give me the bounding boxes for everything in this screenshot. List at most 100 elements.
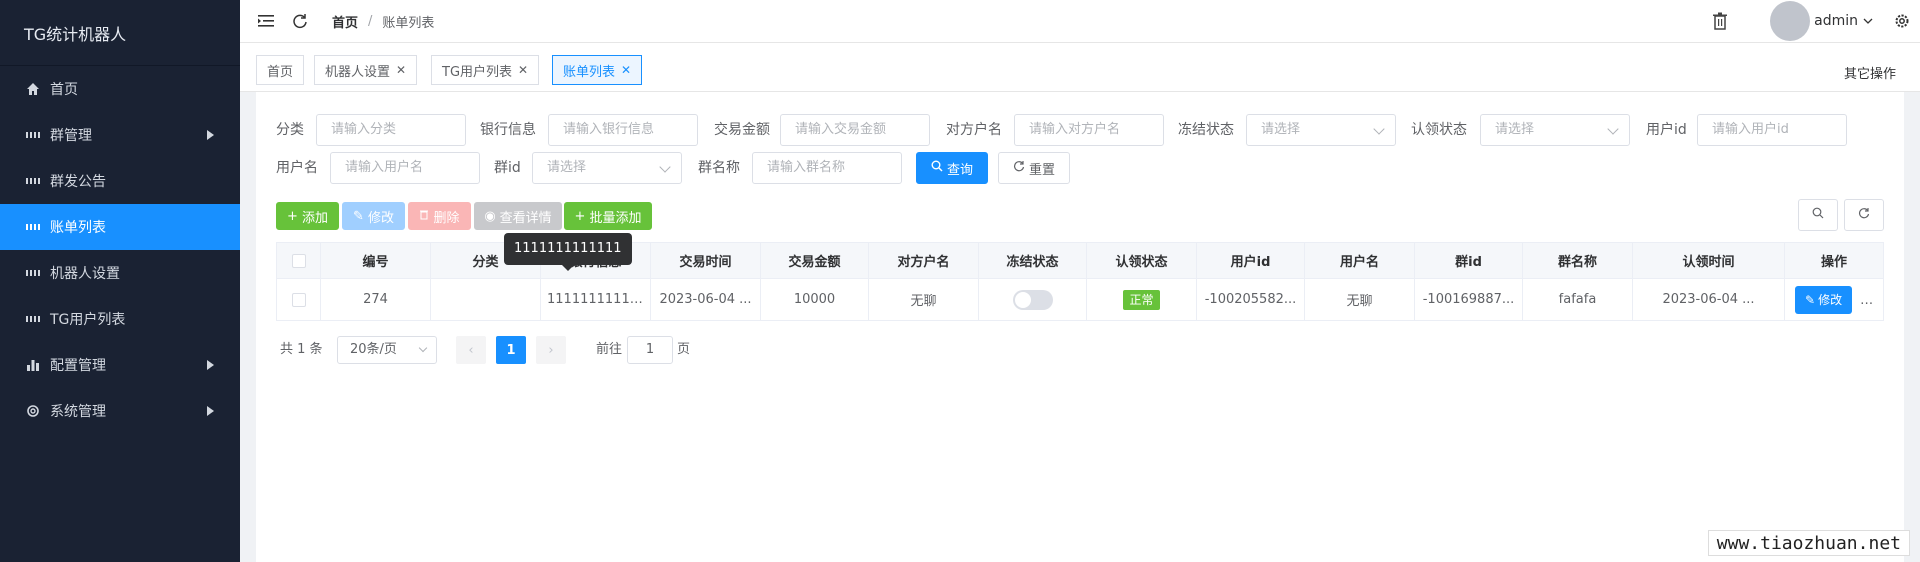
sidebar-item-bill-list[interactable]: 账单列表 bbox=[0, 204, 240, 250]
group-name-input[interactable]: 请输入群名称 bbox=[752, 152, 902, 184]
page-number-current[interactable]: 1 bbox=[496, 336, 526, 364]
username-input[interactable]: 请输入用户名 bbox=[330, 152, 480, 184]
delete-button[interactable]: 删除 bbox=[408, 202, 471, 230]
refresh-icon bbox=[1858, 207, 1870, 223]
row-edit-button[interactable]: ✎ 修改 bbox=[1795, 285, 1853, 314]
button-label: 批量添加 bbox=[589, 210, 642, 226]
close-icon[interactable]: ✕ bbox=[518, 63, 528, 77]
claim-status-select[interactable]: 请选择 bbox=[1480, 114, 1630, 146]
row-checkbox[interactable] bbox=[291, 292, 306, 307]
avatar[interactable] bbox=[1770, 1, 1811, 41]
cell-claim-time: 2023-06-04 ... bbox=[1632, 278, 1785, 321]
placeholder: 请输入银行信息 bbox=[563, 122, 655, 137]
batch-add-button[interactable]: + 批量添加 bbox=[564, 202, 652, 230]
chevron-down-icon bbox=[418, 343, 428, 353]
search-icon bbox=[1812, 207, 1824, 223]
app-title: TG统计机器人 bbox=[0, 0, 240, 66]
button-label: 查询 bbox=[946, 162, 973, 178]
cell-frozen bbox=[978, 278, 1087, 321]
sidebar-item-home[interactable]: 首页 bbox=[0, 66, 240, 112]
status-badge: 正常 bbox=[1123, 289, 1160, 310]
column-header: 编号 bbox=[320, 242, 431, 279]
menu-fold-icon[interactable] bbox=[256, 11, 276, 31]
select-all-checkbox[interactable] bbox=[291, 253, 306, 268]
caret-right-icon bbox=[207, 360, 214, 370]
eye-icon: ◉ bbox=[484, 208, 496, 224]
watermark: www.tiaozhuan.net bbox=[1707, 530, 1910, 556]
trash-icon bbox=[419, 209, 429, 224]
refresh-icon bbox=[1013, 160, 1025, 176]
tag-home[interactable]: 首页 bbox=[256, 55, 305, 85]
column-header: 交易时间 bbox=[650, 242, 761, 279]
column-header: 对方户名 bbox=[868, 242, 979, 279]
frozen-status-select[interactable]: 请选择 bbox=[1246, 114, 1396, 146]
column-header: 冻结状态 bbox=[978, 242, 1087, 279]
select-all-cell bbox=[276, 242, 321, 279]
add-button[interactable]: + 添加 bbox=[276, 202, 339, 230]
group-id-select[interactable]: 请选择 bbox=[532, 152, 682, 184]
column-header: 操作 bbox=[1784, 242, 1884, 279]
breadcrumb-home[interactable]: 首页 bbox=[332, 12, 358, 31]
plus-icon: + bbox=[287, 208, 298, 224]
placeholder: 请输入群名称 bbox=[767, 160, 846, 175]
label-counterparty: 对方户名 bbox=[946, 122, 1002, 138]
counterparty-input[interactable]: 请输入对方户名 bbox=[1014, 114, 1164, 146]
sidebar-item-group-management[interactable]: 群管理 bbox=[0, 112, 240, 158]
button-label: 重置 bbox=[1028, 162, 1055, 178]
settings-icon[interactable] bbox=[1892, 11, 1912, 31]
home-icon bbox=[26, 82, 40, 96]
chevron-right-icon: › bbox=[548, 342, 554, 358]
placeholder: 请选择 bbox=[1261, 122, 1301, 137]
chevron-down-icon bbox=[1607, 123, 1619, 135]
table-row[interactable]: 274 1111111111111 2023-06-04 ... 10000 无… bbox=[276, 278, 1884, 321]
sidebar-item-bot-settings[interactable]: 机器人设置 bbox=[0, 250, 240, 296]
button-label: 修改 bbox=[367, 210, 394, 226]
refresh-icon[interactable] bbox=[290, 11, 310, 31]
bank-info-input[interactable]: 请输入银行信息 bbox=[548, 114, 698, 146]
sidebar-item-label: 系统管理 bbox=[50, 404, 106, 420]
sidebar-item-config-management[interactable]: 配置管理 bbox=[0, 342, 240, 388]
breadcrumb: 首页 / 账单列表 bbox=[332, 12, 434, 31]
next-page-button[interactable]: › bbox=[536, 336, 566, 364]
user-id-input[interactable]: 请输入用户id bbox=[1697, 114, 1847, 146]
grid-icon bbox=[26, 174, 40, 188]
sidebar-item-tg-users[interactable]: TG用户列表 bbox=[0, 296, 240, 342]
username[interactable]: admin bbox=[1814, 13, 1858, 29]
placeholder: 请输入对方户名 bbox=[1029, 122, 1121, 137]
tag-tg-users[interactable]: TG用户列表 ✕ bbox=[431, 55, 540, 85]
frozen-switch[interactable] bbox=[1012, 289, 1053, 310]
reset-button[interactable]: 重置 bbox=[998, 152, 1070, 184]
trash-icon[interactable] bbox=[1710, 11, 1730, 31]
goto-prefix: 前往 bbox=[596, 342, 623, 357]
other-operations-dropdown[interactable]: 其它操作 bbox=[1844, 63, 1896, 82]
sidebar-item-broadcast[interactable]: 群发公告 bbox=[0, 158, 240, 204]
tag-bill-list[interactable]: 账单列表 ✕ bbox=[552, 55, 643, 85]
search-button[interactable]: 查询 bbox=[916, 152, 988, 184]
amount-input[interactable]: 请输入交易金额 bbox=[780, 114, 930, 146]
label-username: 用户名 bbox=[276, 160, 318, 176]
prev-page-button[interactable]: ‹ bbox=[456, 336, 486, 364]
category-input[interactable]: 请输入分类 bbox=[316, 114, 466, 146]
edit-button[interactable]: ✎ 修改 bbox=[342, 202, 405, 230]
cell-tooltip: 1111111111111 bbox=[504, 233, 632, 271]
refresh-table-button[interactable] bbox=[1844, 199, 1884, 231]
tag-bot-settings[interactable]: 机器人设置 ✕ bbox=[314, 55, 418, 85]
column-header: 用户id bbox=[1196, 242, 1305, 279]
cell-user-id: -100205582... bbox=[1196, 278, 1305, 321]
pagination-total: 共 1 条 bbox=[280, 342, 323, 357]
sidebar-item-label: 账单列表 bbox=[50, 220, 106, 236]
breadcrumb-current: 账单列表 bbox=[382, 15, 435, 31]
close-icon[interactable]: ✕ bbox=[396, 63, 406, 77]
toggle-search-button[interactable] bbox=[1798, 199, 1838, 231]
chevron-down-icon[interactable] bbox=[1862, 11, 1874, 31]
sidebar-item-label: 配置管理 bbox=[50, 358, 106, 374]
chevron-left-icon: ‹ bbox=[468, 342, 474, 358]
breadcrumb-separator: / bbox=[368, 13, 373, 29]
goto-page-input[interactable]: 1 bbox=[627, 336, 673, 364]
sidebar-item-system-management[interactable]: 系统管理 bbox=[0, 388, 240, 434]
close-icon[interactable]: ✕ bbox=[621, 63, 631, 77]
page-size-select[interactable]: 20条/页 bbox=[337, 336, 437, 364]
view-details-button[interactable]: ◉ 查看详情 bbox=[474, 202, 562, 230]
edit-icon: ✎ bbox=[1805, 292, 1816, 307]
label-frozen-status: 冻结状态 bbox=[1178, 122, 1234, 138]
